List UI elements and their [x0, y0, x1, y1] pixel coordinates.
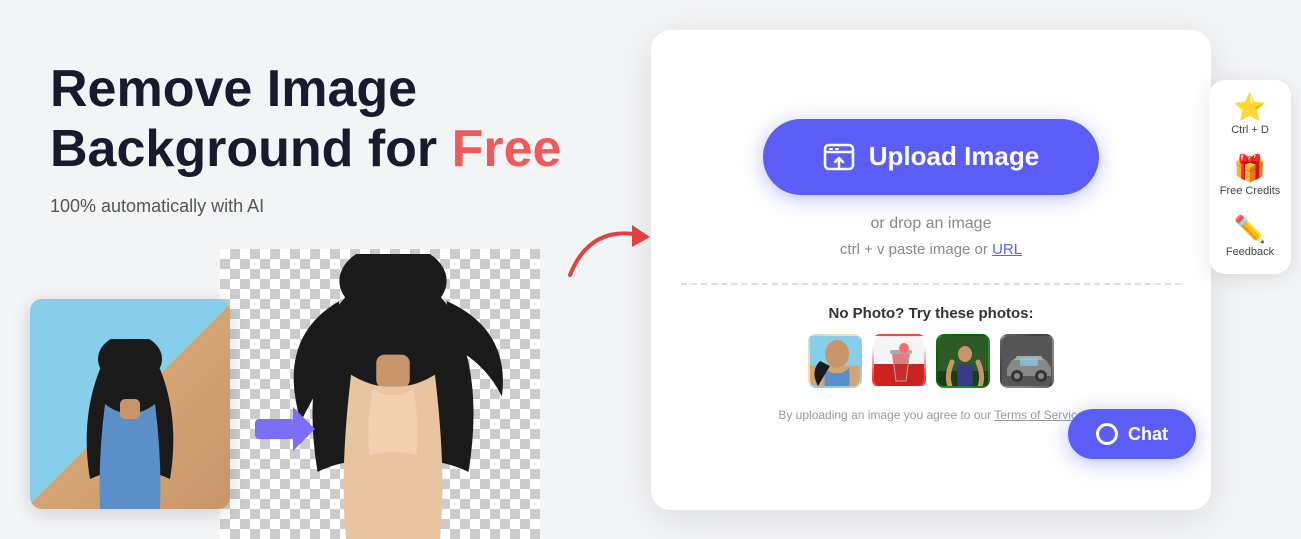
divider — [681, 283, 1181, 285]
headline: Remove Image Background for Free — [50, 60, 680, 180]
star-icon: ⭐ — [1234, 94, 1266, 120]
sample-photo-2[interactable] — [872, 334, 926, 388]
purple-arrow — [255, 399, 315, 459]
sample-photo-1[interactable] — [808, 334, 862, 388]
headline-line2: Background for — [50, 120, 452, 178]
tos-text: By uploading an image you agree to our T… — [778, 408, 1083, 422]
upload-button-label: Upload Image — [869, 141, 1039, 172]
bookmark-label: Ctrl + D — [1231, 124, 1269, 137]
chat-button[interactable]: Chat — [1068, 409, 1196, 459]
credits-label: Free Credits — [1220, 185, 1281, 198]
gift-icon: 🎁 — [1234, 155, 1266, 181]
bookmark-item[interactable]: ⭐ Ctrl + D — [1231, 94, 1269, 137]
sample-label: No Photo? Try these photos: — [829, 305, 1034, 322]
pencil-icon: ✏️ — [1234, 216, 1266, 242]
original-photo-card — [30, 299, 230, 509]
sample-photo-4[interactable] — [1000, 334, 1054, 388]
result-photo-card — [220, 249, 540, 539]
credits-item[interactable]: 🎁 Free Credits — [1220, 155, 1281, 198]
feedback-label: Feedback — [1226, 246, 1274, 259]
tos-link[interactable]: Terms of Service — [994, 408, 1083, 422]
sample-photo-3[interactable] — [936, 334, 990, 388]
chat-icon — [1096, 423, 1118, 445]
headline-line1: Remove Image — [50, 60, 417, 118]
woman-original-svg — [70, 339, 190, 509]
cutout-woman-svg — [263, 254, 523, 539]
upload-image-button[interactable]: Upload Image — [763, 119, 1099, 195]
url-link[interactable]: URL — [992, 241, 1022, 258]
sample-photos-row — [808, 334, 1054, 388]
left-section: Remove Image Background for Free 100% au… — [0, 0, 680, 539]
red-arrow — [560, 215, 660, 295]
sample-photos-section: No Photo? Try these photos: — [681, 305, 1181, 422]
feedback-item[interactable]: ✏️ Feedback — [1226, 216, 1274, 259]
drop-hint: or drop an image — [871, 215, 992, 233]
chat-button-label: Chat — [1128, 424, 1168, 445]
beach-background — [30, 299, 230, 509]
headline-free: Free — [452, 120, 562, 178]
right-sidebar: ⭐ Ctrl + D 🎁 Free Credits ✏️ Feedback — [1209, 80, 1291, 274]
paste-hint: ctrl + v paste image or URL — [840, 241, 1022, 258]
upload-icon — [823, 141, 855, 173]
subtitle: 100% automatically with AI — [50, 196, 680, 217]
